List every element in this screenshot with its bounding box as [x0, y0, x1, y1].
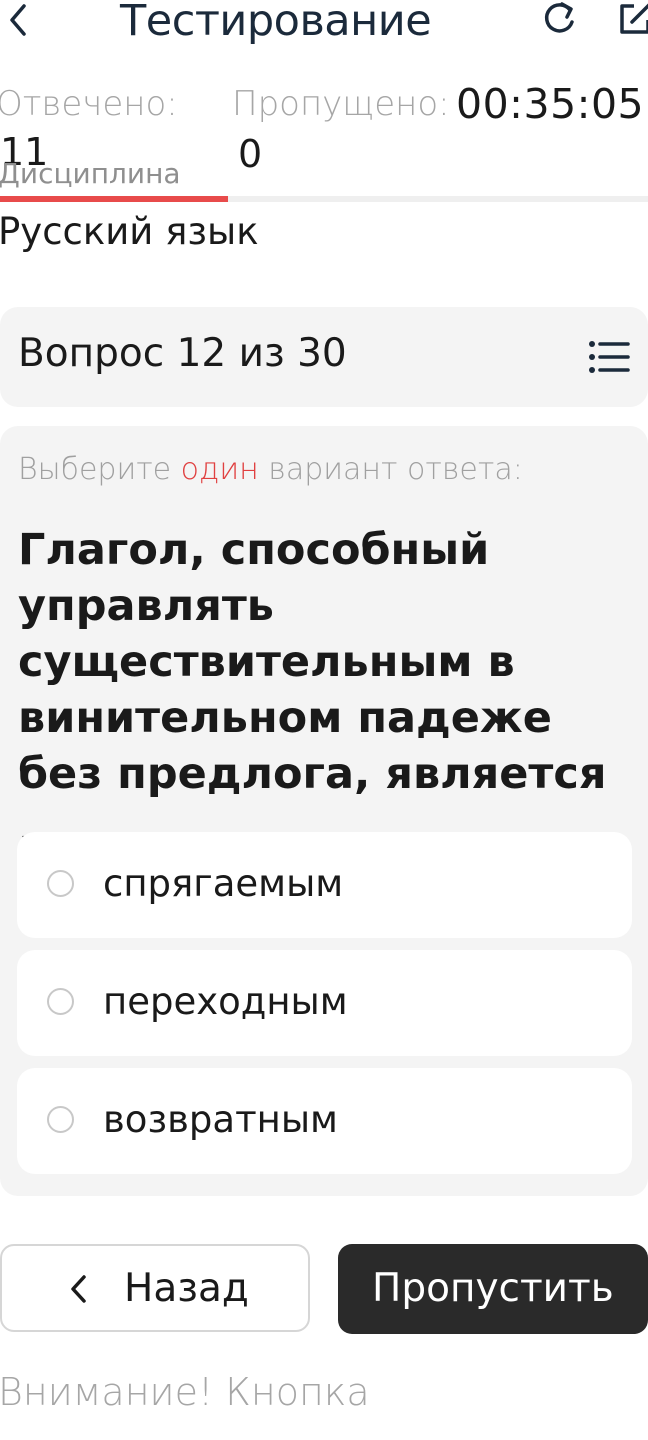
question-text: Глагол, способный управлять существитель…	[18, 525, 607, 855]
external-link-icon[interactable]	[618, 0, 648, 36]
answer-option-label: переходным	[103, 980, 348, 1023]
question-header: Вопрос 12 из 30	[0, 307, 648, 407]
tab-active-indicator	[0, 196, 228, 202]
page-title: Тестирование	[120, 0, 432, 46]
question-card: Выберите один вариант ответа: Глагол, сп…	[0, 426, 648, 1196]
test-screen: Тестирование Отвечено: 11 Пропущено: 0 0…	[0, 0, 648, 1440]
discipline-name: Русский язык	[0, 210, 259, 253]
instruction-text: Выберите	[18, 452, 181, 487]
skip-button-label: Пропустить	[372, 1266, 614, 1311]
warning-text: Внимание! Кнопка	[0, 1370, 370, 1414]
skip-button[interactable]: Пропустить	[338, 1244, 648, 1334]
instruction-text-end: вариант ответа:	[258, 452, 523, 487]
refresh-icon[interactable]	[540, 0, 578, 36]
question-counter: Вопрос 12 из 30	[18, 331, 347, 376]
back-button[interactable]: Назад	[0, 1244, 310, 1332]
chevron-left-icon[interactable]	[0, 0, 40, 40]
answer-instruction: Выберите один вариант ответа:	[18, 452, 523, 487]
skipped-label: Пропущено:	[232, 84, 450, 124]
radio-button[interactable]	[47, 988, 74, 1015]
chevron-left-icon	[68, 1274, 90, 1304]
instruction-accent: один	[180, 452, 259, 487]
answer-option[interactable]: возвратным	[17, 1068, 632, 1174]
list-icon[interactable]	[588, 339, 632, 375]
radio-button[interactable]	[47, 870, 74, 897]
answered-label: Отвечено:	[0, 84, 178, 124]
answer-option-label: спрягаемым	[103, 862, 344, 905]
back-button-label: Назад	[124, 1266, 249, 1311]
skipped-count: 0	[238, 132, 263, 176]
timer: 00:35:05	[456, 80, 645, 128]
answer-option[interactable]: переходным	[17, 950, 632, 1056]
tab-discipline[interactable]: Дисциплина	[0, 157, 181, 190]
radio-button[interactable]	[47, 1106, 74, 1133]
answer-option-label: возвратным	[103, 1098, 338, 1141]
answer-option[interactable]: спрягаемым	[17, 832, 632, 938]
